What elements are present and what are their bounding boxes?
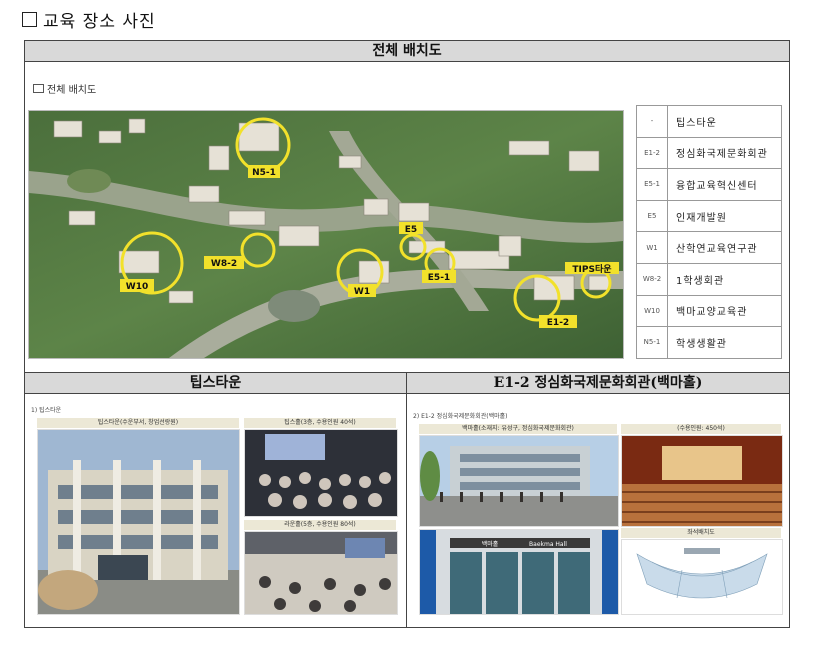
map-label-e5: E5 [405,225,417,235]
legend-code: - [636,105,668,138]
map-label-e1-2: E1-2 [547,318,569,328]
building-legend-table: - 팁스타운 E1-2 정심화국제문화회관 E5-1 융합교육혁신센터 E5 인재개발원 W1 산… [636,105,782,359]
page-heading-text: 교육 장소 사진 [43,12,156,32]
legend-building-name: 융합교육혁신센터 [667,168,782,201]
page-heading: 교육 장소 사진 [22,7,156,32]
map-label-n5-1: N5-1 [252,168,276,178]
tips-room-photo [244,531,398,615]
legend-row: - 팁스타운 [636,105,782,138]
overview-header: 전체 배치도 [25,41,789,62]
legend-row: E5 인재개발원 [636,199,782,233]
legend-code: W1 [636,231,668,264]
tips-hall-photo [244,429,398,517]
e12-header: E1-2 정심화국제문화회관(백마홀) [407,373,789,394]
legend-code: W10 [636,294,668,328]
e12-entrance-photo: 백마홀 Baekma Hall [419,529,619,615]
campus-map: N5-1 E5 W8-2 W10 W1 E5-1 TIPS타운 E1-2 [28,110,624,359]
legend-code: E5 [636,199,668,233]
legend-row: E1-2 정심화국제문화회관 [636,136,782,170]
map-label-e5-1: E5-1 [428,273,450,283]
checkbox-square-icon [22,12,37,27]
legend-building-name: 백마교양교육관 [667,294,782,328]
legend-code: N5-1 [636,326,668,359]
legend-building-name: 인재개발원 [667,199,782,233]
legend-row: W1 산학연교육연구관 [636,231,782,264]
legend-code: W8-2 [636,262,668,296]
e12-caption-seats: (수용인원: 450석) [621,424,781,434]
legend-row: W10 백마교양교육관 [636,294,782,328]
map-label-w8-2: W8-2 [211,259,237,269]
tips-sublabel: 1) 팁스타운 [31,407,62,414]
e12-auditorium-photo [621,435,783,527]
legend-row: W8-2 1학생회관 [636,262,782,296]
e12-caption-exterior: 백마홀(소재지: 유성구, 정심화국제문화회관) [419,424,617,434]
legend-code: E1-2 [636,136,668,170]
tips-caption-hall: 팁스홀(3층, 수용인원 40석) [244,418,396,428]
square-bullet-icon [33,84,44,93]
campus-map-illustration: N5-1 E5 W8-2 W10 W1 E5-1 TIPS타운 E1-2 [29,111,623,358]
legend-building-name: 팁스타운 [667,105,782,138]
legend-row: N5-1 학생생활관 [636,326,782,359]
legend-building-name: 정심화국제문화회관 [667,136,782,170]
tips-caption-main: 팁스타운(수운부서, 창업선랑원) [37,418,239,428]
legend-building-name: 1학생회관 [667,262,782,296]
tips-caption-room: 라운홀(5층, 수용인원 80석) [244,520,396,530]
column-divider [406,372,407,628]
hall-sign-korean: 백마홀 [482,540,499,548]
e12-seat-layout-diagram [621,539,783,615]
map-label-tips: TIPS타운 [572,263,611,275]
e12-exterior-photo [419,435,619,527]
tips-header: 팁스타운 [25,373,406,394]
legend-building-name: 산학연교육연구관 [667,231,782,264]
map-label-w10: W10 [126,282,148,292]
legend-code: E5-1 [636,168,668,201]
legend-building-name: 학생생활관 [667,326,782,359]
e12-caption-layout: 좌석배치도 [621,528,781,538]
map-label-w1: W1 [354,287,370,297]
hall-sign-english: Baekma Hall [529,541,567,548]
overview-sublabel: 전체 배치도 [33,81,96,96]
legend-row: E5-1 융합교육혁신센터 [636,168,782,201]
document-table: 전체 배치도 전체 배치도 N5-1 E5 W8-2 W10 W1 E5-1 T… [24,40,790,628]
tips-building-photo [37,429,240,615]
e12-sublabel: 2) E1-2 정심화국제문화회관(백마홀) [413,413,508,420]
